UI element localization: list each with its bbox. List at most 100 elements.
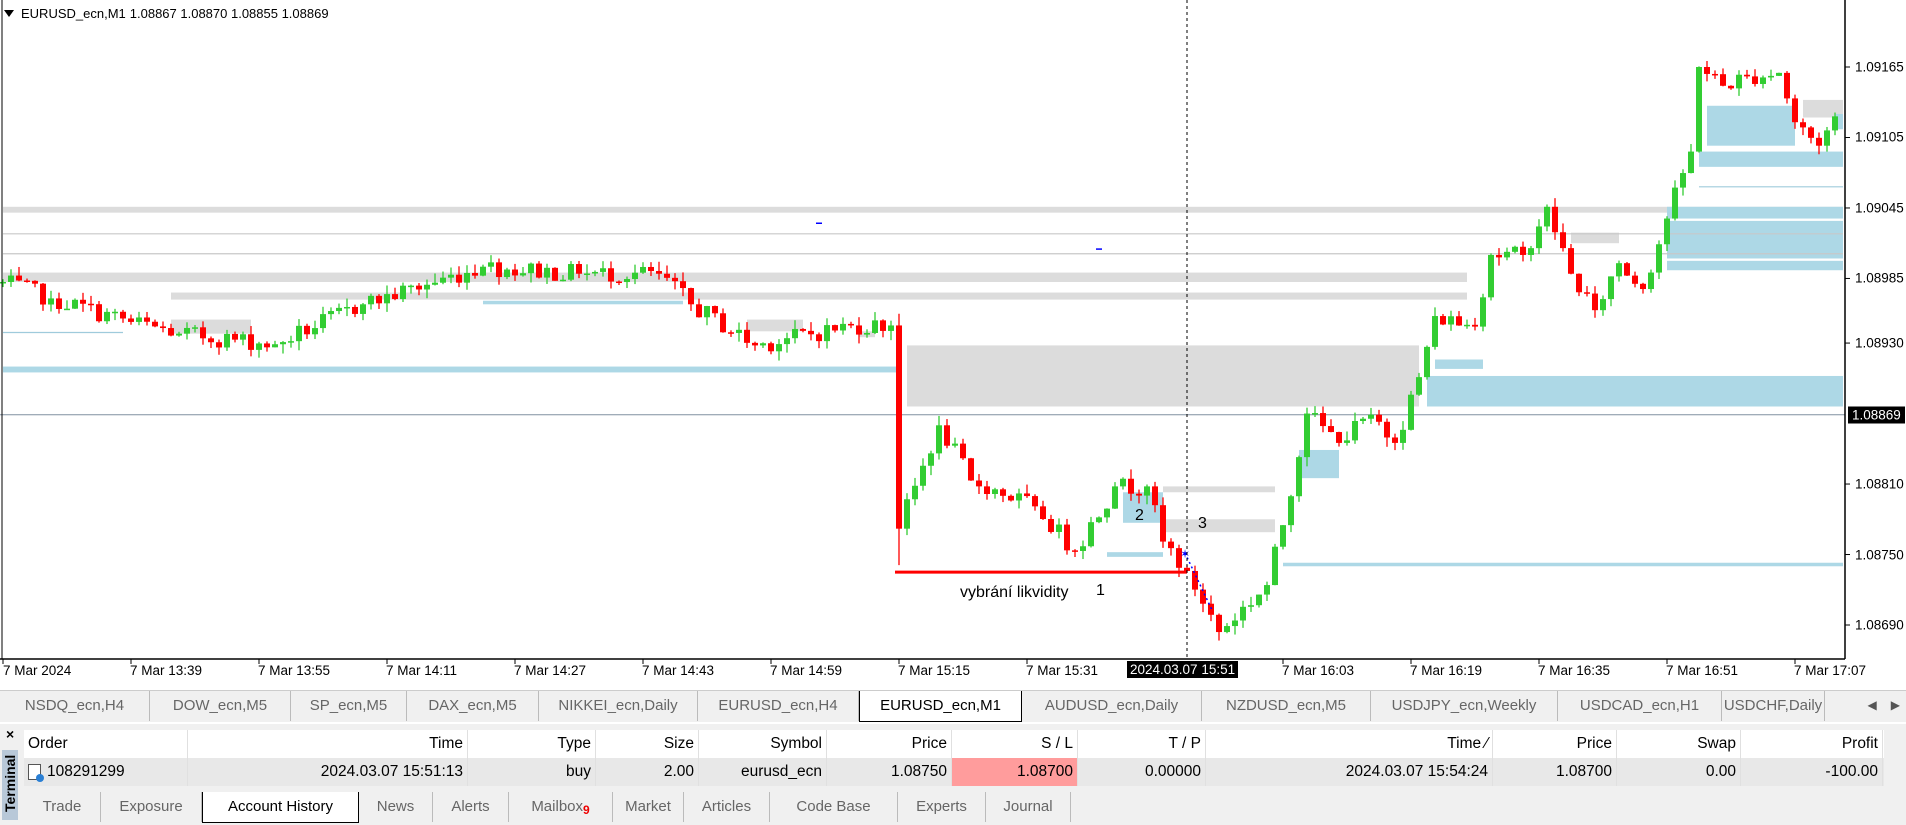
candle-body — [1144, 486, 1150, 496]
chart-tab[interactable]: AUDUSD_ecn,Daily — [1022, 691, 1202, 721]
candle-body — [1728, 85, 1734, 89]
terminal-tab[interactable]: Experts — [898, 792, 986, 822]
candle-body — [720, 313, 726, 333]
terminal-tab[interactable]: Journal — [986, 792, 1071, 822]
candle-body — [448, 274, 454, 278]
candle-body — [1768, 75, 1774, 78]
candle-body — [1600, 299, 1606, 311]
tab-scroll-left-icon[interactable]: ◀ — [1868, 698, 1877, 712]
candle-body — [896, 325, 902, 529]
column-header[interactable]: Profit — [1741, 730, 1883, 758]
time-tick-label: 7 Mar 14:11 — [386, 663, 458, 678]
candle-body — [952, 443, 958, 446]
terminal-tab[interactable]: News — [359, 792, 433, 822]
candle-body — [976, 480, 982, 487]
column-header[interactable]: Swap — [1617, 730, 1741, 758]
terminal-tab[interactable]: Mailbox9 — [509, 792, 613, 822]
candle-body — [968, 458, 974, 481]
candle-body — [392, 294, 398, 300]
blue-zone — [483, 300, 683, 305]
candle-body — [216, 342, 222, 348]
terminal-tab[interactable]: Alerts — [433, 792, 509, 822]
blue-zone — [1435, 359, 1483, 369]
chart-tab[interactable]: SP_ecn,M5 — [291, 691, 407, 721]
table-cell: 0.00000 — [1078, 758, 1206, 786]
candle-body — [1696, 67, 1702, 152]
tab-scroll-right-icon[interactable]: ▶ — [1891, 698, 1900, 712]
candle-body — [616, 281, 622, 284]
chart-tab[interactable]: NZDUSD_ecn,M5 — [1202, 691, 1371, 721]
column-header[interactable]: Price — [1493, 730, 1617, 758]
gray-zone — [1163, 486, 1275, 493]
column-header[interactable]: Price — [827, 730, 952, 758]
column-header[interactable]: Type — [468, 730, 596, 758]
terminal-tab[interactable]: Market — [613, 792, 684, 822]
candle-body — [304, 325, 310, 335]
terminal-tab[interactable]: Exposure — [101, 792, 202, 822]
chart-tab[interactable]: NIKKEI_ecn,Daily — [539, 691, 698, 721]
chart-tab[interactable]: DOW_ecn,M5 — [150, 691, 291, 721]
time-tick-label: 7 Mar 16:19 — [1410, 663, 1483, 678]
chart-tab[interactable]: USDJPY_ecn,Weekly — [1371, 691, 1558, 721]
terminal-tab[interactable]: Account History — [202, 792, 359, 823]
candle-body — [480, 266, 486, 276]
table-row[interactable]: 108291299 2024.03.07 15:51:13 buy 2.00 eurus… — [24, 758, 1884, 786]
column-header[interactable]: Symbol — [699, 730, 827, 758]
candle-body — [1648, 272, 1654, 290]
candle-body — [712, 306, 718, 314]
candle-body — [112, 311, 118, 314]
chart-tab[interactable]: USDCAD_ecn,H1 — [1558, 691, 1722, 721]
chart-tab[interactable]: EURUSD_ecn,M1 — [859, 691, 1022, 722]
candle-body — [248, 334, 254, 350]
cell-text: 1.08700 — [1016, 763, 1073, 780]
close-icon[interactable]: × — [6, 726, 14, 742]
tab-label: News — [376, 798, 415, 815]
candle-body — [1688, 151, 1694, 174]
candle-body — [1568, 248, 1574, 274]
candle-body — [552, 267, 558, 281]
terminal-tab[interactable]: Code Base — [770, 792, 898, 822]
column-header[interactable]: Time — [188, 730, 468, 758]
candle-body — [544, 267, 550, 278]
candle-body — [496, 262, 502, 278]
dropdown-triangle-icon[interactable] — [4, 10, 14, 17]
column-header[interactable]: T / P — [1078, 730, 1206, 758]
time-tick-label: 7 Mar 14:27 — [514, 663, 587, 678]
chart-tab[interactable]: EURUSD_ecn,H4 — [698, 691, 859, 721]
terminal-tabs: Trade Exposure Account History News Alerts Ma… — [24, 792, 1071, 823]
tab-label: Code Base — [796, 798, 871, 815]
candle-body — [1480, 297, 1486, 327]
candle-body — [232, 333, 238, 340]
chart-tab[interactable]: NSDQ_ecn,H4 — [0, 691, 150, 721]
current-price-label: 1.08869 — [1848, 406, 1905, 424]
terminal-tab[interactable]: Trade — [24, 792, 101, 822]
column-header[interactable]: Order — [24, 730, 188, 758]
price-tick-label: 1.09105 — [1855, 129, 1904, 145]
chart-window[interactable]: ✶ EURUSD_ecn,M1 1.08867 1.08870 1.08855 … — [0, 0, 1906, 688]
candle-body — [824, 325, 830, 342]
candle-body — [1800, 122, 1806, 128]
tab-label: Mailbox — [531, 798, 583, 815]
price-tick-label: 1.08930 — [1855, 335, 1904, 351]
column-header[interactable]: S / L — [952, 730, 1078, 758]
chart-tab[interactable]: USDCHF,Daily — [1722, 691, 1825, 721]
candle-body — [1424, 346, 1430, 378]
blue-zone — [1667, 220, 1843, 259]
column-header[interactable]: Time ⁄ — [1206, 730, 1493, 758]
candle-body — [1560, 232, 1566, 249]
mailbox-count-badge: 9 — [583, 803, 590, 817]
candle-body — [1048, 519, 1054, 532]
candle-body — [1376, 414, 1382, 422]
price-chart[interactable]: ✶ — [0, 0, 1906, 688]
candle-body — [560, 279, 566, 282]
candle-body — [1464, 324, 1470, 327]
cell-text: Type — [557, 735, 591, 752]
tab-label: Market — [625, 798, 671, 815]
candle-body — [1160, 505, 1166, 542]
column-header[interactable]: Size — [596, 730, 699, 758]
terminal-tab[interactable]: Articles — [684, 792, 770, 822]
candle-body — [1032, 496, 1038, 507]
candle-body — [592, 271, 598, 274]
gray-zone — [3, 206, 1843, 213]
chart-tab[interactable]: DAX_ecn,M5 — [407, 691, 539, 721]
